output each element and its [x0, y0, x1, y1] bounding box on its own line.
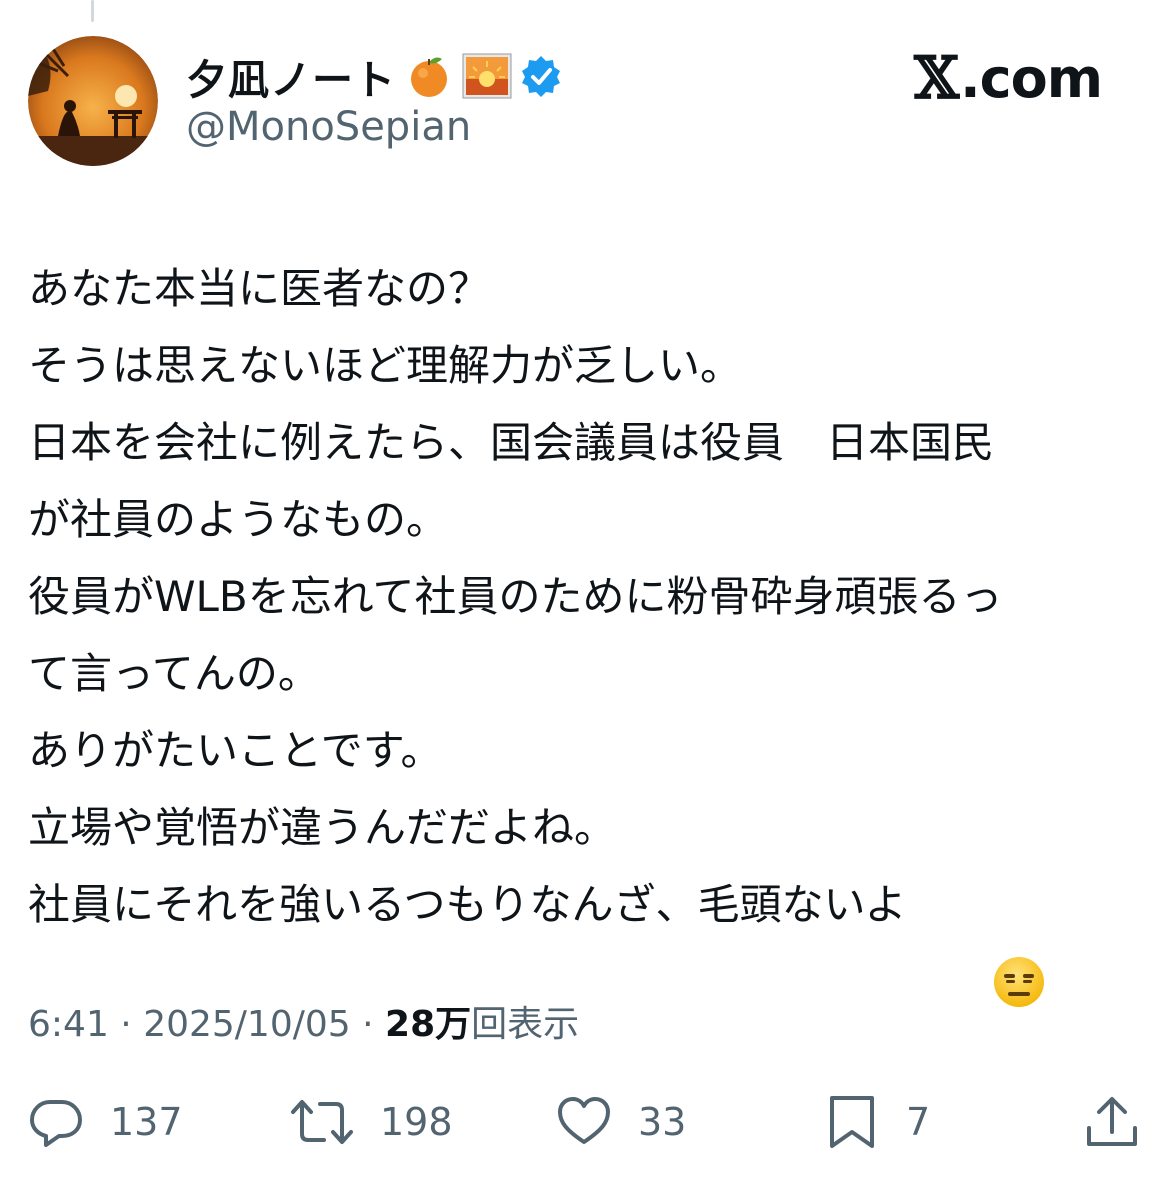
- display-name[interactable]: 夕凪ノート: [186, 46, 396, 106]
- reply-icon: [30, 1100, 82, 1147]
- bookmark-count: 7: [906, 1100, 931, 1144]
- repost-icon: [291, 1100, 353, 1144]
- repost-count: 198: [380, 1100, 453, 1144]
- view-count-unit: 万: [435, 1004, 472, 1045]
- post-meta: 6:41 · 2025/10/05 · 28万回表示: [28, 995, 579, 1047]
- sunrise-emoji-icon: [462, 53, 512, 99]
- share-button[interactable]: [1084, 1082, 1140, 1162]
- avatar-sunset-image: [28, 36, 158, 166]
- thread-connector-line: [91, 0, 94, 22]
- author-name-row: 夕凪ノート: [186, 44, 564, 108]
- post-date[interactable]: 2025/10/05: [143, 1004, 351, 1045]
- post-actions-bar: 137 198 33 7: [0, 1082, 1170, 1162]
- post-body-line: て言ってんの。: [28, 649, 320, 698]
- bookmark-button[interactable]: 7: [824, 1082, 930, 1162]
- post-body-line-text: 社員にそれを強いるつもりなんざ、毛頭ないよ: [28, 880, 907, 929]
- x-logo-icon: 𝕏: [914, 44, 959, 112]
- post-time[interactable]: 6:41: [28, 1004, 109, 1045]
- repost-button[interactable]: 198: [290, 1082, 453, 1162]
- post-body-line: が社員のようなもの。: [28, 495, 449, 544]
- like-count: 33: [638, 1100, 687, 1144]
- post-body-line: 日本を会社に例えたら、国会議員は役員 日本国民: [28, 418, 995, 467]
- post-body: あなた本当に医者なの？ そうは思えないほど理解力が乏しい。 日本を会社に例えたら…: [28, 250, 1148, 1007]
- post-body-line: 立場や覚悟が違うんだだよね。: [28, 803, 617, 852]
- post-body-last-line: 社員にそれを強いるつもりなんざ、毛頭ないよ: [28, 866, 1148, 1007]
- post-body-line: ありがたいことです。: [28, 726, 443, 775]
- verified-badge-icon: [518, 53, 564, 99]
- brand-domain-text: .com: [960, 46, 1103, 110]
- bookmark-icon: [830, 1096, 874, 1148]
- share-icon: [1087, 1097, 1137, 1146]
- heart-icon: [558, 1097, 610, 1144]
- post-body-line: あなた本当に医者なの？: [28, 264, 491, 313]
- reply-button[interactable]: 137: [28, 1082, 183, 1162]
- like-button[interactable]: 33: [556, 1082, 686, 1162]
- view-count-number: 28: [385, 1004, 436, 1045]
- avatar[interactable]: [28, 36, 158, 166]
- x-com-brand: 𝕏 .com: [914, 44, 1103, 112]
- post-body-line: そうは思えないほど理解力が乏しい。: [28, 341, 743, 390]
- reply-count: 137: [110, 1100, 183, 1144]
- view-count-label: 回表示: [471, 1004, 580, 1045]
- post-body-line: 役員がWLBを忘れて社員のために粉骨砕身頑張るっ: [28, 572, 1003, 621]
- meta-separator: ·: [350, 1004, 386, 1045]
- expressionless-face-emoji-icon: [911, 877, 1044, 1007]
- author-handle[interactable]: @MonoSepian: [186, 104, 471, 150]
- meta-separator: ·: [108, 1004, 144, 1045]
- orange-emoji-icon: [406, 53, 452, 99]
